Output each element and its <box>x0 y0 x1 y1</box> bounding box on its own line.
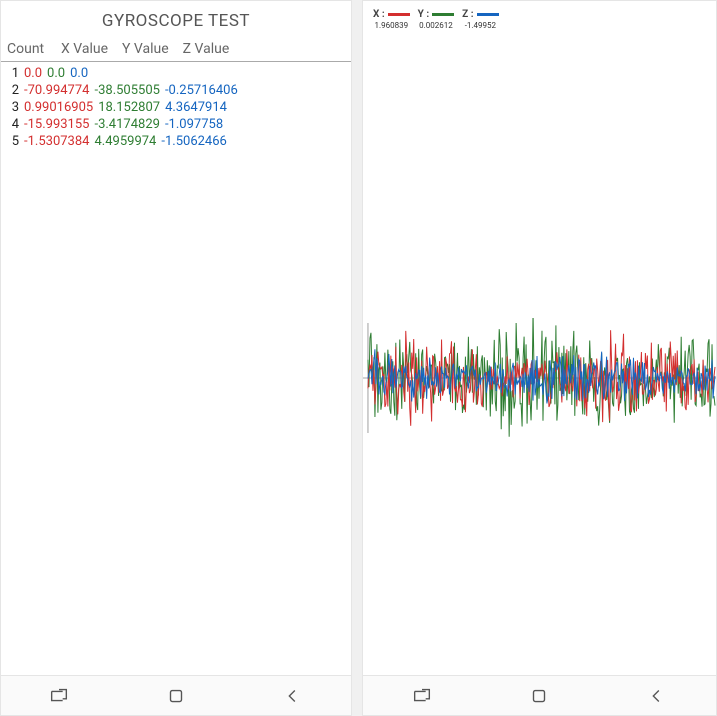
legend-x: X : 1.960839 <box>373 9 410 30</box>
recent-apps-icon[interactable] <box>48 685 70 707</box>
home-icon[interactable] <box>165 685 187 707</box>
col-y: Y Value <box>122 41 169 57</box>
chart-legend: X : 1.960839 Y : 0.002612 Z : -1.49952 <box>363 1 716 38</box>
swatch-z-icon <box>477 13 499 16</box>
col-count: Count <box>7 41 47 57</box>
cell-z: 0.0 <box>70 65 88 82</box>
legend-x-letter: X : <box>373 9 385 20</box>
legend-y-val: 0.002612 <box>419 21 453 30</box>
table-row: 3 0.99016905 18.152807 4.3647914 <box>9 99 347 116</box>
cell-count: 5 <box>9 133 19 150</box>
cell-y: -38.505505 <box>94 82 159 99</box>
back-icon[interactable] <box>282 685 304 707</box>
cell-y: 4.4959974 <box>94 133 156 150</box>
cell-z: -1.097758 <box>165 116 223 133</box>
right-screen: X : 1.960839 Y : 0.002612 Z : -1.49952 <box>362 0 717 716</box>
swatch-y-icon <box>432 13 454 16</box>
left-screen-body: GYROSCOPE TEST Count X Value Y Value Z V… <box>1 1 351 715</box>
cell-x: 0.0 <box>24 65 42 82</box>
home-icon[interactable] <box>528 685 550 707</box>
legend-y-letter: Y : <box>418 9 430 20</box>
recent-apps-icon[interactable] <box>411 685 433 707</box>
cell-z: -1.5062466 <box>161 133 226 150</box>
cell-x: -1.5307384 <box>24 133 89 150</box>
table-row: 4 -15.993155 -3.4174829 -1.097758 <box>9 116 347 133</box>
cell-count: 2 <box>9 82 19 99</box>
gyro-chart <box>363 318 716 438</box>
navbar-right <box>363 675 716 715</box>
left-screen: GYROSCOPE TEST Count X Value Y Value Z V… <box>0 0 352 716</box>
legend-y: Y : 0.002612 <box>418 9 455 30</box>
legend-z-letter: Z : <box>462 9 473 20</box>
cell-y: 0.0 <box>47 65 65 82</box>
cell-x: 0.99016905 <box>24 99 93 116</box>
cell-z: -0.25716406 <box>165 82 238 99</box>
table-header: Count X Value Y Value Z Value <box>1 37 351 62</box>
navbar-left <box>1 675 351 715</box>
right-screen-body: X : 1.960839 Y : 0.002612 Z : -1.49952 <box>363 1 716 715</box>
cell-count: 4 <box>9 116 19 133</box>
cell-y: -3.4174829 <box>94 116 159 133</box>
legend-z: Z : -1.49952 <box>462 9 498 30</box>
back-icon[interactable] <box>646 685 668 707</box>
swatch-x-icon <box>388 13 410 16</box>
table-body: 1 0.0 0.0 0.0 2 -70.994774 -38.505505 -0.257164… <box>1 62 351 154</box>
table-row: 1 0.0 0.0 0.0 <box>9 65 347 82</box>
cell-y: 18.152807 <box>98 99 160 116</box>
table-row: 5 -1.5307384 4.4959974 -1.5062466 <box>9 133 347 150</box>
cell-x: -15.993155 <box>24 116 89 133</box>
cell-count: 1 <box>9 65 19 82</box>
cell-z: 4.3647914 <box>165 99 227 116</box>
cell-count: 3 <box>9 99 19 116</box>
legend-x-val: 1.960839 <box>375 21 409 30</box>
col-z: Z Value <box>183 41 230 57</box>
table-row: 2 -70.994774 -38.505505 -0.25716406 <box>9 82 347 99</box>
cell-x: -70.994774 <box>24 82 89 99</box>
legend-z-val: -1.49952 <box>465 21 496 30</box>
page-title: GYROSCOPE TEST <box>1 1 351 37</box>
col-x: X Value <box>61 41 108 57</box>
